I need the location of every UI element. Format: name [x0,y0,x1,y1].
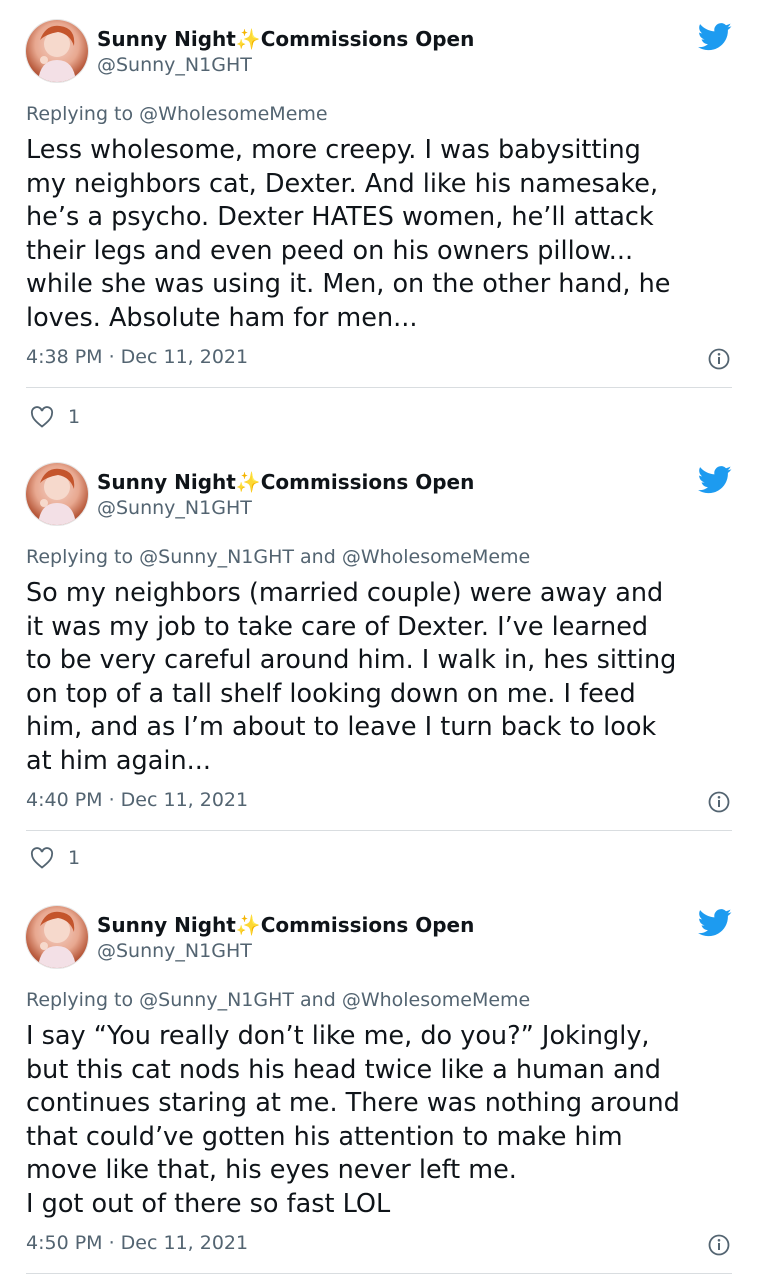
tweet-card: Sunny Night✨Commissions Open @Sunny_N1GH… [0,0,758,443]
like-button[interactable]: 1 [30,406,80,428]
name-suffix: Commissions Open [260,27,475,51]
info-icon[interactable] [708,348,730,370]
name-suffix: Commissions Open [260,913,475,937]
replying-to[interactable]: Replying to @WholesomeMeme [26,103,328,125]
user-handle[interactable]: @Sunny_N1GHT [97,497,252,519]
name-suffix: Commissions Open [260,470,475,494]
info-icon[interactable] [708,1234,730,1256]
display-name[interactable]: Sunny Night✨Commissions Open [97,470,474,494]
divider [26,1273,732,1274]
twitter-bird-icon[interactable] [698,22,732,52]
like-button[interactable]: 1 [30,847,80,869]
replying-to[interactable]: Replying to @Sunny_N1GHT and @WholesomeM… [26,989,530,1011]
like-count: 1 [68,847,81,869]
twitter-bird-icon[interactable] [698,908,732,938]
avatar[interactable] [26,20,88,82]
avatar[interactable] [26,463,88,525]
timestamp[interactable]: 4:38 PM · Dec 11, 2021 [26,346,248,368]
tweet-card: Sunny Night✨Commissions Open @Sunny_N1GH… [0,443,758,886]
tweet-card: Sunny Night✨Commissions Open @Sunny_N1GH… [0,886,758,1286]
replying-to[interactable]: Replying to @Sunny_N1GHT and @WholesomeM… [26,546,530,568]
name-label: Sunny Night [97,470,236,494]
like-count: 1 [68,406,81,428]
tweet-text: Less wholesome, more creepy. I was babys… [26,135,671,333]
name-label: Sunny Night [97,27,236,51]
heart-icon [30,406,54,428]
timestamp[interactable]: 4:50 PM · Dec 11, 2021 [26,1232,248,1254]
sparkle-icon: ✨ [235,913,261,937]
divider [26,387,732,388]
name-label: Sunny Night [97,913,236,937]
display-name[interactable]: Sunny Night✨Commissions Open [97,913,474,937]
heart-icon [30,847,54,869]
info-icon[interactable] [708,791,730,813]
sparkle-icon: ✨ [235,470,261,494]
tweet-text: I say “You really don’t like me, do you?… [26,1021,680,1219]
twitter-bird-icon[interactable] [698,465,732,495]
timestamp[interactable]: 4:40 PM · Dec 11, 2021 [26,789,248,811]
user-handle[interactable]: @Sunny_N1GHT [97,54,252,76]
user-handle[interactable]: @Sunny_N1GHT [97,940,252,962]
tweet-text: So my neighbors (married couple) were aw… [26,578,677,776]
avatar[interactable] [26,906,88,968]
display-name[interactable]: Sunny Night✨Commissions Open [97,27,474,51]
sparkle-icon: ✨ [235,27,261,51]
divider [26,830,732,831]
